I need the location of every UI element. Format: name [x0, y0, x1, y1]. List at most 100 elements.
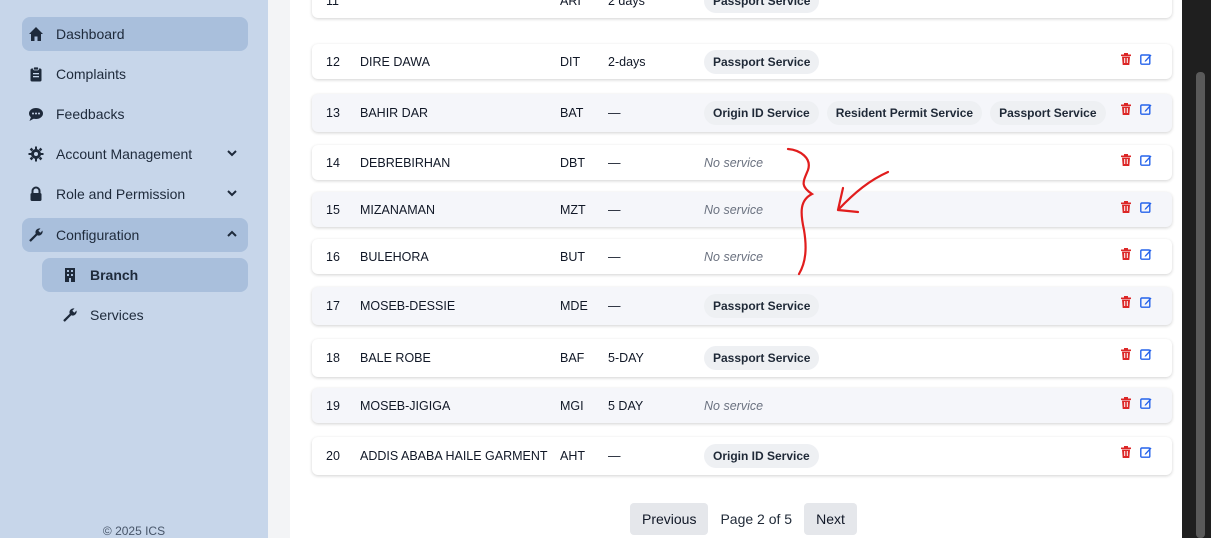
row-actions — [1120, 154, 1152, 169]
processing-time: — — [608, 155, 621, 170]
scrollbar-thumb[interactable] — [1196, 72, 1205, 538]
branch-name: BAHIR DAR — [360, 106, 429, 120]
edit-icon — [1140, 155, 1152, 166]
service-pill: Origin ID Service — [704, 101, 819, 125]
row-number: 11 — [326, 0, 339, 8]
edit-button[interactable] — [1140, 248, 1152, 263]
services-cell: No service — [704, 239, 763, 274]
row-number: 15 — [326, 202, 340, 217]
row-actions — [1120, 248, 1152, 263]
pagination: Previous Page 2 of 5 Next — [630, 502, 857, 536]
edit-button[interactable] — [1140, 53, 1152, 68]
trash-icon — [1121, 397, 1131, 409]
processing-time: — — [608, 299, 621, 313]
service-pill: Origin ID Service — [704, 444, 819, 468]
branch-code: AHT — [560, 449, 585, 463]
processing-time: 2 days — [608, 0, 645, 8]
row-number: 17 — [326, 299, 340, 313]
edit-button[interactable] — [1140, 397, 1152, 412]
sidebar-subitem-label: Branch — [90, 267, 139, 283]
previous-button[interactable]: Previous — [630, 503, 709, 535]
branch-name: BULEHORA — [360, 249, 429, 264]
services-cell: Passport Service — [704, 44, 827, 79]
processing-time: 2-days — [608, 54, 646, 69]
delete-button[interactable] — [1120, 397, 1132, 412]
delete-button[interactable] — [1120, 154, 1132, 169]
sidebar-item-configuration[interactable]: Configuration — [22, 218, 248, 252]
branch-code: MDE — [560, 299, 588, 313]
branch-name: BALE ROBE — [360, 351, 431, 365]
trash-icon — [1121, 53, 1131, 65]
clipboard-icon — [28, 66, 44, 82]
row-actions — [1120, 348, 1152, 363]
delete-button[interactable] — [1120, 103, 1132, 118]
trash-icon — [1121, 296, 1131, 308]
edit-icon — [1140, 202, 1152, 213]
chevron-down-icon[interactable] — [226, 187, 238, 199]
sidebar-subitem-services[interactable]: Services — [42, 298, 248, 332]
processing-time: 5-DAY — [608, 351, 644, 365]
delete-button[interactable] — [1120, 201, 1132, 216]
edit-icon — [1140, 104, 1152, 115]
chevron-down-icon[interactable] — [226, 147, 238, 159]
row-number: 16 — [326, 249, 340, 264]
services-cell: No service — [704, 145, 763, 180]
trash-icon — [1121, 103, 1131, 115]
services-cell: Origin ID Service — [704, 437, 827, 475]
edit-icon — [1140, 249, 1152, 260]
branch-name: DEBREBIRHAN — [360, 155, 451, 170]
delete-button[interactable] — [1120, 348, 1132, 363]
gutter — [268, 0, 290, 538]
sidebar-item-feedbacks[interactable]: Feedbacks — [22, 97, 248, 131]
sidebar-item-account-management[interactable]: Account Management — [22, 137, 248, 171]
trash-icon — [1121, 348, 1131, 360]
processing-time: — — [608, 249, 621, 264]
branch-name: ADDIS ABABA HAILE GARMENT — [360, 449, 548, 463]
table-row: 17 MOSEB-DESSIE MDE — Passport Service — [312, 287, 1172, 325]
edit-icon — [1140, 297, 1152, 308]
processing-time: — — [608, 202, 621, 217]
table-row: 20 ADDIS ABABA HAILE GARMENT AHT — Origin ID… — [312, 437, 1172, 475]
branch-code: DIT — [560, 54, 581, 69]
branch-code: MGI — [560, 398, 584, 413]
row-number: 18 — [326, 351, 340, 365]
no-service-text: No service — [704, 398, 764, 413]
edit-button[interactable] — [1140, 103, 1152, 118]
service-pill: Passport Service — [704, 49, 820, 74]
sidebar-item-role-and-permission[interactable]: Role and Permission — [22, 177, 248, 211]
sidebar-subitem-label: Services — [90, 307, 144, 323]
row-number: 12 — [326, 54, 340, 69]
service-pill: Passport Service — [704, 346, 820, 370]
delete-button[interactable] — [1120, 248, 1132, 263]
edit-button[interactable] — [1140, 154, 1152, 169]
edit-button[interactable] — [1140, 296, 1152, 311]
table-row: 14 DEBREBIRHAN DBT — No service — [312, 145, 1172, 180]
branch-code: ARI — [560, 0, 581, 8]
row-number: 13 — [326, 106, 340, 120]
sidebar-subitem-branch[interactable]: Branch — [42, 258, 248, 292]
building-icon — [62, 267, 78, 283]
edit-button[interactable] — [1140, 201, 1152, 216]
chevron-up-icon[interactable] — [226, 228, 238, 240]
gear-icon — [28, 146, 44, 162]
branch-code: BAF — [560, 351, 585, 365]
table-row: 19 MOSEB-JIGIGA MGI 5 DAY No service — [312, 388, 1172, 423]
edit-icon — [1140, 349, 1152, 360]
edit-button[interactable] — [1140, 446, 1152, 461]
sidebar-item-label: Role and Permission — [56, 186, 186, 202]
no-service-text: No service — [704, 202, 764, 217]
delete-button[interactable] — [1120, 296, 1132, 311]
next-button[interactable]: Next — [804, 503, 857, 535]
service-pill: Passport Service — [704, 0, 820, 13]
delete-button[interactable] — [1120, 446, 1132, 461]
branch-name: MOSEB-JIGIGA — [360, 398, 451, 413]
edit-button[interactable] — [1140, 348, 1152, 363]
sidebar: Dashboard Complaints Feedbacks Account M… — [0, 0, 268, 538]
sidebar-item-complaints[interactable]: Complaints — [22, 57, 248, 91]
sidebar-item-label: Dashboard — [56, 26, 125, 42]
sidebar-item-dashboard[interactable]: Dashboard — [22, 17, 248, 51]
row-actions — [1120, 103, 1152, 118]
wrench-icon — [62, 307, 78, 323]
delete-button[interactable] — [1120, 53, 1132, 68]
row-actions — [1120, 446, 1152, 461]
